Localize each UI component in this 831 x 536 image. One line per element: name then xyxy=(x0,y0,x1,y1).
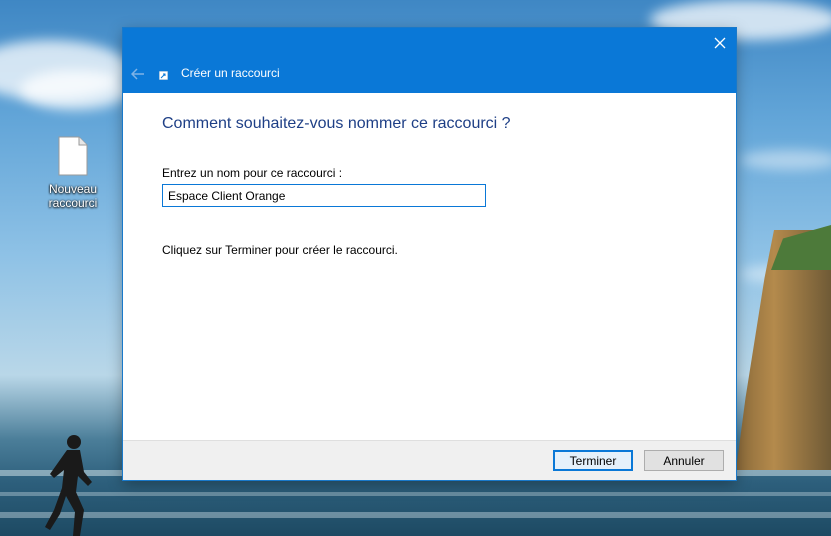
close-button[interactable] xyxy=(704,28,736,58)
dialog-title-bar: Créer un raccourci xyxy=(123,28,736,93)
dialog-title: Créer un raccourci xyxy=(181,66,280,80)
wave xyxy=(0,512,831,518)
back-button[interactable] xyxy=(129,65,147,83)
wave xyxy=(0,492,831,496)
cloud xyxy=(740,150,831,170)
dialog-footer: Terminer Annuler xyxy=(123,440,736,480)
finish-hint-text: Cliquez sur Terminer pour créer le racco… xyxy=(162,243,398,257)
dialog-heading: Comment souhaitez-vous nommer ce raccour… xyxy=(162,115,511,132)
cancel-button[interactable]: Annuler xyxy=(644,450,724,471)
shortcut-name-input[interactable] xyxy=(162,184,486,207)
close-icon xyxy=(714,37,726,49)
blank-file-icon xyxy=(58,136,88,176)
finish-button[interactable]: Terminer xyxy=(553,450,633,471)
cloud xyxy=(20,70,130,110)
desktop-shortcut-nouveau-raccourci[interactable]: Nouveau raccourci xyxy=(42,136,104,210)
desktop-icon-label-line2: raccourci xyxy=(48,196,98,210)
back-arrow-icon xyxy=(131,68,144,80)
create-shortcut-dialog: Créer un raccourci Comment souhaitez-vou… xyxy=(123,28,736,480)
shortcut-icon xyxy=(159,71,168,80)
runner-silhouette xyxy=(45,435,92,536)
desktop-icon-label-line1: Nouveau xyxy=(48,182,98,196)
shortcut-name-label: Entrez un nom pour ce raccourci : xyxy=(162,166,343,180)
